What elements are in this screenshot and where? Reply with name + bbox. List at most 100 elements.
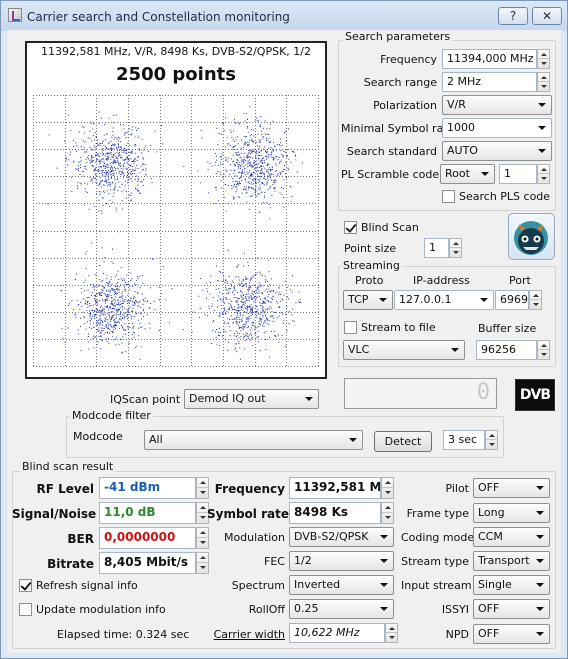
proto-label: Proto: [355, 274, 384, 287]
polarization-select[interactable]: V/R: [442, 95, 552, 115]
min-symbol-rate-value: 1000: [447, 121, 475, 134]
pilot-select[interactable]: OFF: [473, 478, 550, 498]
stream-type-label: Stream type: [401, 555, 469, 568]
elapsed-time: Elapsed time: 0.324 sec: [57, 628, 190, 641]
issyi-select[interactable]: OFF: [473, 599, 550, 619]
chevron-down-icon: [349, 438, 357, 442]
refresh-signal-checkbox[interactable]: [19, 579, 32, 592]
rf-level-value: -41 dBm: [99, 477, 196, 499]
result-symbol-rate-spinner[interactable]: [381, 502, 394, 524]
ber-value: 0,0000000: [99, 527, 196, 549]
proto-select[interactable]: TCP: [343, 290, 393, 310]
buffer-size-spinner[interactable]: [537, 340, 550, 360]
frequency-label: Frequency: [380, 53, 437, 66]
input-stream-value: Single: [478, 578, 512, 591]
plot-caption: 11392,581 MHz, V/R, 8498 Ks, DVB-S2/QPSK…: [41, 45, 311, 58]
stream-type-value: Transport: [478, 554, 530, 567]
iqscan-value: Demod IQ out: [189, 392, 266, 405]
search-pls-checkbox[interactable]: [442, 190, 455, 203]
search-pls-label: Search PLS code: [459, 190, 551, 203]
blind-scan-checkbox[interactable]: [344, 221, 357, 234]
detect-time-input[interactable]: 3 sec: [443, 430, 485, 450]
frequency-input[interactable]: 11394,000 MHz: [442, 49, 537, 69]
result-frequency-spinner[interactable]: [381, 477, 394, 499]
update-modulation-checkbox[interactable]: [19, 603, 32, 616]
carrier-width-value: 10,622 MHz: [289, 623, 385, 643]
search-parameters-title: Search parameters: [343, 30, 453, 43]
bitrate-value: 8,405 Mbit/s: [99, 552, 196, 574]
issyi-value: OFF: [478, 602, 500, 615]
ber-label: BER: [67, 532, 94, 546]
update-modulation-label: Update modulation info: [36, 603, 166, 616]
frequency-spinner[interactable]: [537, 49, 550, 69]
stream-to-file-checkbox[interactable]: [344, 321, 357, 334]
port-spinner[interactable]: [529, 290, 542, 310]
coding-mode-select[interactable]: CCM: [473, 527, 550, 547]
iqscan-select[interactable]: Demod IQ out: [184, 389, 319, 409]
chevron-down-icon: [380, 535, 388, 539]
player-select[interactable]: VLC: [343, 340, 465, 360]
app-logo-button[interactable]: [508, 213, 555, 260]
app-icon: [8, 8, 22, 22]
search-range-label: Search range: [363, 76, 437, 89]
result-frequency-label: Frequency: [214, 482, 285, 496]
modcode-select[interactable]: All: [144, 430, 363, 450]
pls-code-input[interactable]: 1: [499, 164, 537, 184]
rolloff-select[interactable]: 0.25: [289, 599, 394, 619]
signal-noise-value: 11,0 dB: [99, 502, 196, 524]
search-range-spinner[interactable]: [537, 72, 550, 92]
chevron-down-icon: [538, 103, 546, 107]
port-input[interactable]: 6969: [495, 290, 529, 310]
stream-type-select[interactable]: Transport: [473, 551, 550, 571]
signal-noise-label: Signal/Noise: [12, 507, 97, 521]
search-range-input[interactable]: 2 MHz: [442, 72, 537, 92]
fec-value: 1/2: [294, 554, 312, 567]
fec-select[interactable]: 1/2: [289, 551, 394, 571]
ip-address-value: 127.0.0.1: [399, 293, 452, 306]
coding-mode-value: CCM: [478, 530, 503, 543]
frame-type-select[interactable]: Long: [473, 503, 550, 523]
help-button[interactable]: ?: [498, 7, 528, 25]
input-stream-select[interactable]: Single: [473, 575, 550, 595]
chevron-down-icon: [536, 607, 544, 611]
carrier-width-link[interactable]: Carrier width: [207, 628, 285, 641]
carrier-width-spinner[interactable]: [385, 623, 398, 643]
detect-button[interactable]: Detect: [374, 431, 432, 452]
player-value: VLC: [348, 343, 370, 356]
pls-mode-select[interactable]: Root: [440, 164, 495, 184]
chevron-down-icon: [538, 126, 546, 130]
pls-mode-value: Root: [445, 167, 470, 180]
npd-value: OFF: [478, 627, 500, 640]
proto-value: TCP: [348, 293, 369, 306]
detect-time-spinner[interactable]: [485, 430, 498, 450]
buffer-size-input[interactable]: 96256: [476, 340, 537, 360]
search-standard-select[interactable]: AUTO: [442, 141, 552, 161]
chevron-down-icon: [451, 348, 459, 352]
pls-code-spinner[interactable]: [537, 164, 550, 184]
fec-label: FEC: [264, 555, 285, 568]
point-size-input[interactable]: 1: [424, 238, 449, 258]
chevron-down-icon: [380, 583, 388, 587]
chevron-down-icon: [379, 298, 387, 302]
close-button[interactable]: ✕: [532, 7, 562, 25]
dvb-logo: DVB: [515, 379, 555, 411]
spectrum-select[interactable]: Inverted: [289, 575, 394, 595]
result-symbol-rate-label: Symbol rate: [207, 507, 289, 521]
search-standard-value: AUTO: [447, 144, 478, 157]
plot-points-count: 2500 points: [116, 64, 236, 85]
pl-scramble-label: PL Scramble code: [341, 168, 440, 181]
point-size-spinner[interactable]: [449, 238, 462, 258]
chevron-down-icon: [380, 559, 388, 563]
min-symbol-rate-select[interactable]: 1000: [442, 118, 552, 138]
ip-address-select[interactable]: 127.0.0.1: [394, 290, 494, 310]
npd-select[interactable]: OFF: [473, 624, 550, 644]
constellation-scatter: [33, 95, 319, 367]
modcode-value: All: [149, 433, 163, 446]
polarization-label: Polarization: [373, 99, 437, 112]
input-stream-label: Input stream: [401, 579, 472, 592]
pilot-label: Pilot: [445, 482, 469, 495]
chevron-down-icon: [481, 172, 489, 176]
polarization-value: V/R: [447, 98, 466, 111]
issyi-label: ISSYI: [441, 603, 469, 616]
modulation-select[interactable]: DVB-S2/QPSK: [289, 527, 394, 547]
